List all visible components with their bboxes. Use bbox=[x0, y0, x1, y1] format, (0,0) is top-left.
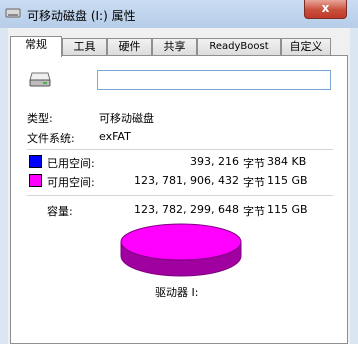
pie-top-free-space bbox=[120, 223, 242, 261]
title-bar: 可移动磁盘 (I:) 属性 x bbox=[0, 0, 358, 28]
general-panel: 类型: 可移动磁盘 文件系统: exFAT 已用空间: 393, 216 字节 … bbox=[10, 55, 348, 344]
tab-sharing[interactable]: 共享 bbox=[152, 38, 197, 55]
tab-hardware[interactable]: 硬件 bbox=[107, 38, 152, 55]
window-title: 可移动磁盘 (I:) 属性 bbox=[27, 9, 136, 23]
removable-drive-icon bbox=[29, 72, 51, 87]
free-space-swatch bbox=[29, 174, 42, 187]
used-space-bytes: 393, 216 bbox=[190, 155, 239, 168]
close-icon: x bbox=[321, 1, 330, 15]
disk-usage-pie bbox=[120, 223, 242, 277]
file-system-value: exFAT bbox=[99, 130, 131, 143]
tab-tools[interactable]: 工具 bbox=[62, 38, 107, 55]
removable-drive-icon bbox=[5, 8, 21, 18]
type-value: 可移动磁盘 bbox=[99, 112, 154, 125]
used-space-size: 384 KB bbox=[267, 155, 307, 168]
drive-name-input[interactable] bbox=[97, 70, 331, 90]
used-space-unit: 字节 bbox=[243, 157, 265, 170]
free-space-size: 115 GB bbox=[267, 174, 308, 187]
free-space-unit: 字节 bbox=[243, 176, 265, 189]
free-space-bytes: 123, 781, 906, 432 bbox=[134, 174, 239, 187]
tab-readyboost[interactable]: ReadyBoost bbox=[197, 38, 281, 55]
tab-strip: 常规 工具 硬件 共享 ReadyBoost 自定义 bbox=[8, 36, 350, 57]
tab-customize[interactable]: 自定义 bbox=[281, 38, 331, 55]
drive-letter-label: 驱动器 I: bbox=[155, 286, 199, 299]
divider bbox=[27, 149, 333, 150]
capacity-bytes: 123, 782, 299, 648 bbox=[134, 203, 239, 216]
capacity-unit: 字节 bbox=[243, 205, 265, 218]
free-space-label: 可用空间: bbox=[47, 176, 95, 189]
dialog-body: 常规 工具 硬件 共享 ReadyBoost 自定义 类型: 可移动磁盘 文件系… bbox=[8, 28, 350, 344]
type-label: 类型: bbox=[27, 112, 53, 125]
close-button[interactable]: x bbox=[304, 0, 347, 19]
file-system-label: 文件系统: bbox=[27, 132, 75, 145]
used-space-label: 已用空间: bbox=[47, 157, 95, 170]
tab-general[interactable]: 常规 bbox=[10, 36, 62, 57]
capacity-label: 容量: bbox=[47, 205, 73, 218]
divider bbox=[27, 195, 333, 196]
used-space-swatch bbox=[29, 155, 42, 168]
capacity-size: 115 GB bbox=[267, 203, 308, 216]
